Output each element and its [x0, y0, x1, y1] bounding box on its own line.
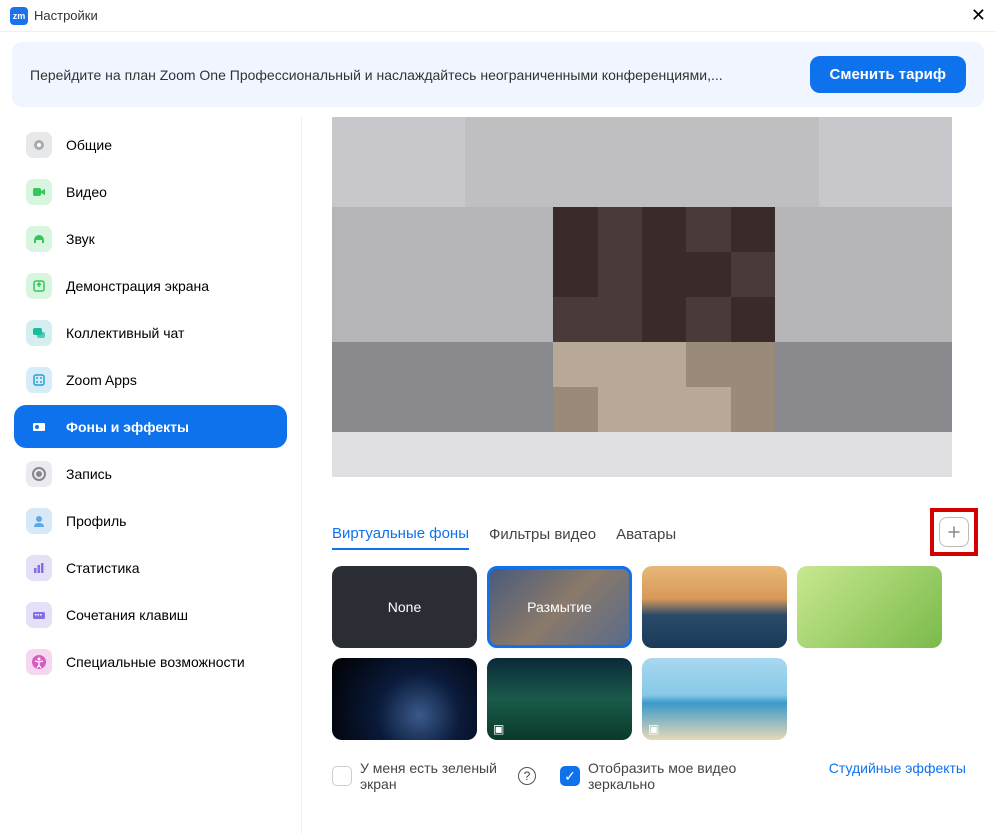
video-icon: ▣ — [493, 722, 504, 736]
background-label: Размытие — [527, 599, 592, 615]
banner-text: Перейдите на план Zoom One Профессиональ… — [30, 67, 723, 83]
upgrade-button[interactable]: Сменить тариф — [810, 56, 966, 93]
greenscreen-label: У меня есть зеленый экран — [360, 760, 510, 792]
sidebar-item-share[interactable]: Демонстрация экрана — [14, 264, 287, 307]
sidebar-item-label: Профиль — [66, 513, 126, 529]
studio-effects-link[interactable]: Студийные эффекты — [829, 760, 966, 776]
video-icon — [26, 179, 52, 205]
keyboard-icon — [26, 602, 52, 628]
titlebar: zm Настройки ✕ — [0, 0, 996, 32]
sidebar-item-label: Общие — [66, 137, 112, 153]
options-row: У меня есть зеленый экран ? ✓ Отобразить… — [332, 760, 966, 792]
mirror-label: Отобразить мое видео зеркально — [588, 760, 768, 792]
tab[interactable]: Виртуальные фоны — [332, 525, 469, 550]
sidebar: Общие Видео Звук Демонстрация экрана Коллект… — [0, 117, 302, 834]
background-option[interactable] — [797, 566, 942, 648]
sidebar-item-keyboard[interactable]: Сочетания клавиш — [14, 593, 287, 636]
background-grid: None Размытие ▣ ▣ — [332, 566, 966, 740]
upgrade-banner: Перейдите на план Zoom One Профессиональ… — [12, 42, 984, 107]
sidebar-item-label: Запись — [66, 466, 112, 482]
accessibility-icon — [26, 649, 52, 675]
tab[interactable]: Аватары — [616, 526, 676, 549]
mirror-option[interactable]: ✓ Отобразить мое видео зеркально — [560, 760, 768, 792]
background-option[interactable]: ▣ — [487, 658, 632, 740]
sidebar-item-label: Демонстрация экрана — [66, 278, 209, 294]
gear-icon — [26, 132, 52, 158]
annotation-highlight — [930, 508, 978, 556]
greenscreen-checkbox[interactable] — [332, 766, 352, 786]
mirror-checkbox[interactable]: ✓ — [560, 766, 580, 786]
headphones-icon — [26, 226, 52, 252]
sidebar-item-label: Фоны и эффекты — [66, 419, 189, 435]
sidebar-item-label: Zoom Apps — [66, 372, 137, 388]
video-icon: ▣ — [648, 722, 659, 736]
sidebar-item-stats[interactable]: Статистика — [14, 546, 287, 589]
sidebar-item-label: Коллективный чат — [66, 325, 184, 341]
sidebar-item-accessibility[interactable]: Специальные возможности — [14, 640, 287, 683]
sidebar-item-label: Сочетания клавиш — [66, 607, 188, 623]
sidebar-item-profile[interactable]: Профиль — [14, 499, 287, 542]
stats-icon — [26, 555, 52, 581]
chat-icon — [26, 320, 52, 346]
tab[interactable]: Фильтры видео — [489, 526, 596, 549]
sidebar-item-label: Видео — [66, 184, 107, 200]
video-preview — [332, 117, 952, 477]
sidebar-item-apps[interactable]: Zoom Apps — [14, 358, 287, 401]
background-option[interactable]: Размытие — [487, 566, 632, 648]
background-icon — [26, 414, 52, 440]
sidebar-item-label: Статистика — [66, 560, 140, 576]
close-icon[interactable]: ✕ — [971, 5, 986, 26]
profile-icon — [26, 508, 52, 534]
share-icon — [26, 273, 52, 299]
sidebar-item-headphones[interactable]: Звук — [14, 217, 287, 260]
background-option[interactable]: ▣ — [642, 658, 787, 740]
window-title: Настройки — [34, 8, 98, 23]
sidebar-item-record[interactable]: Запись — [14, 452, 287, 495]
sidebar-item-video[interactable]: Видео — [14, 170, 287, 213]
greenscreen-option[interactable]: У меня есть зеленый экран ? — [332, 760, 536, 792]
background-option[interactable] — [642, 566, 787, 648]
sidebar-item-label: Специальные возможности — [66, 654, 245, 670]
app-logo: zm — [10, 7, 28, 25]
apps-icon — [26, 367, 52, 393]
background-label: None — [388, 599, 421, 615]
record-icon — [26, 461, 52, 487]
sidebar-item-background[interactable]: Фоны и эффекты — [14, 405, 287, 448]
background-option[interactable] — [332, 658, 477, 740]
help-icon[interactable]: ? — [518, 767, 536, 785]
sidebar-item-gear[interactable]: Общие — [14, 123, 287, 166]
tab-bar: Виртуальные фоны Фильтры видео Аватары — [332, 525, 966, 550]
background-option[interactable]: None — [332, 566, 477, 648]
sidebar-item-label: Звук — [66, 231, 95, 247]
sidebar-item-chat[interactable]: Коллективный чат — [14, 311, 287, 354]
main-panel: Виртуальные фоны Фильтры видео Аватары Non… — [302, 117, 996, 834]
